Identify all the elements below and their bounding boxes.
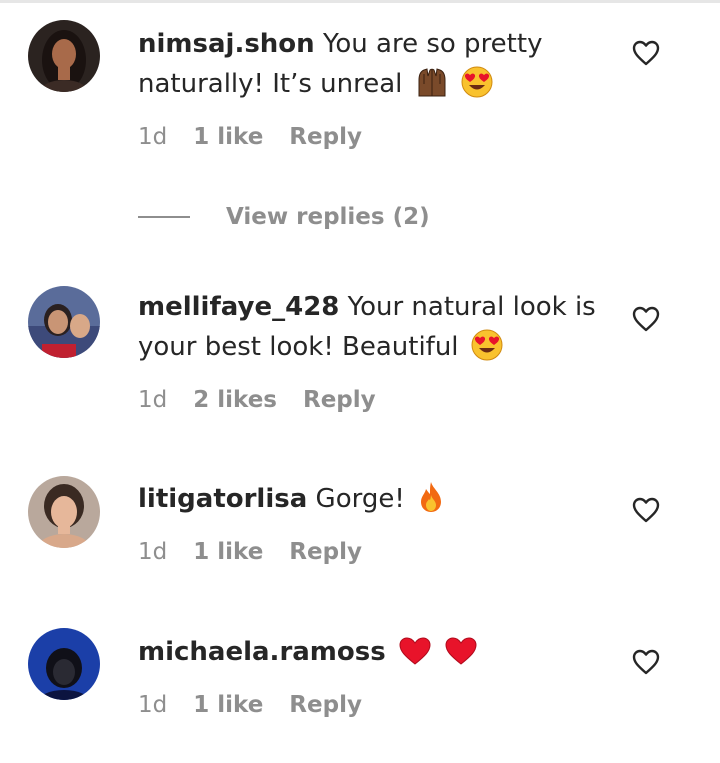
comment-likes[interactable]: 1 like [193,692,263,718]
avatar[interactable] [28,20,100,92]
raising-hands-emoji [415,66,449,110]
heart-eyes-emoji [461,66,493,110]
comment-text: michaela.ramoss [138,632,608,678]
top-divider [0,0,720,3]
comment-time: 1d [138,124,168,150]
reply-button[interactable]: Reply [289,692,362,718]
like-heart-icon[interactable] [632,40,660,66]
comment-time: 1d [138,387,168,413]
comment-username[interactable]: mellifaye_428 [138,292,339,322]
like-heart-icon[interactable] [632,649,660,675]
comment-likes[interactable]: 1 like [193,539,263,565]
comment-text: mellifaye_428 Your natural look is your … [138,287,608,373]
avatar[interactable] [28,476,100,548]
comment-text: nimsaj.shon You are so pretty naturally!… [138,24,608,110]
reply-button[interactable]: Reply [289,124,362,150]
avatar[interactable] [28,286,100,358]
view-replies-label[interactable]: View replies (2) [226,204,430,230]
avatar[interactable] [28,628,100,700]
reply-button[interactable]: Reply [289,539,362,565]
comment-time: 1d [138,692,168,718]
comment-likes[interactable]: 1 like [193,124,263,150]
comment-time: 1d [138,539,168,565]
replies-divider [138,216,190,218]
comment-username[interactable]: nimsaj.shon [138,29,315,59]
like-heart-icon[interactable] [632,497,660,523]
comment-username[interactable]: michaela.ramoss [138,637,386,667]
red-heart-emoji [444,636,478,678]
comment-meta: 1d 1 like Reply [138,124,608,150]
red-heart-emoji [398,636,432,678]
comment-body: Gorge! [315,484,405,514]
like-heart-icon[interactable] [632,306,660,332]
comment-username[interactable]: litigatorlisa [138,484,307,514]
heart-eyes-emoji [471,329,503,373]
comment-text: litigatorlisa Gorge! [138,479,608,525]
comment-meta: 1d 1 like Reply [138,692,608,718]
fire-emoji [417,481,445,525]
comment-meta: 1d 1 like Reply [138,539,608,565]
reply-button[interactable]: Reply [303,387,376,413]
comment-meta: 1d 2 likes Reply [138,387,608,413]
view-replies-button[interactable]: View replies (2) [138,204,430,230]
comment-likes[interactable]: 2 likes [193,387,277,413]
